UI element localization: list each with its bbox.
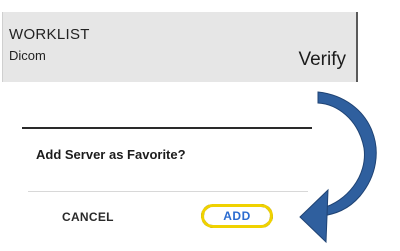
dialog-separator bbox=[28, 191, 308, 192]
worklist-title: WORKLIST bbox=[9, 26, 90, 43]
add-button[interactable]: ADD bbox=[201, 204, 273, 228]
verify-action[interactable]: Verify bbox=[298, 49, 346, 71]
divider bbox=[22, 127, 312, 129]
worklist-item[interactable]: WORKLIST Dicom Verify bbox=[2, 12, 358, 82]
worklist-subtitle: Dicom bbox=[9, 48, 46, 63]
dialog-question: Add Server as Favorite? bbox=[36, 147, 186, 162]
cancel-button[interactable]: CANCEL bbox=[62, 210, 114, 224]
add-button-label: ADD bbox=[223, 209, 251, 223]
